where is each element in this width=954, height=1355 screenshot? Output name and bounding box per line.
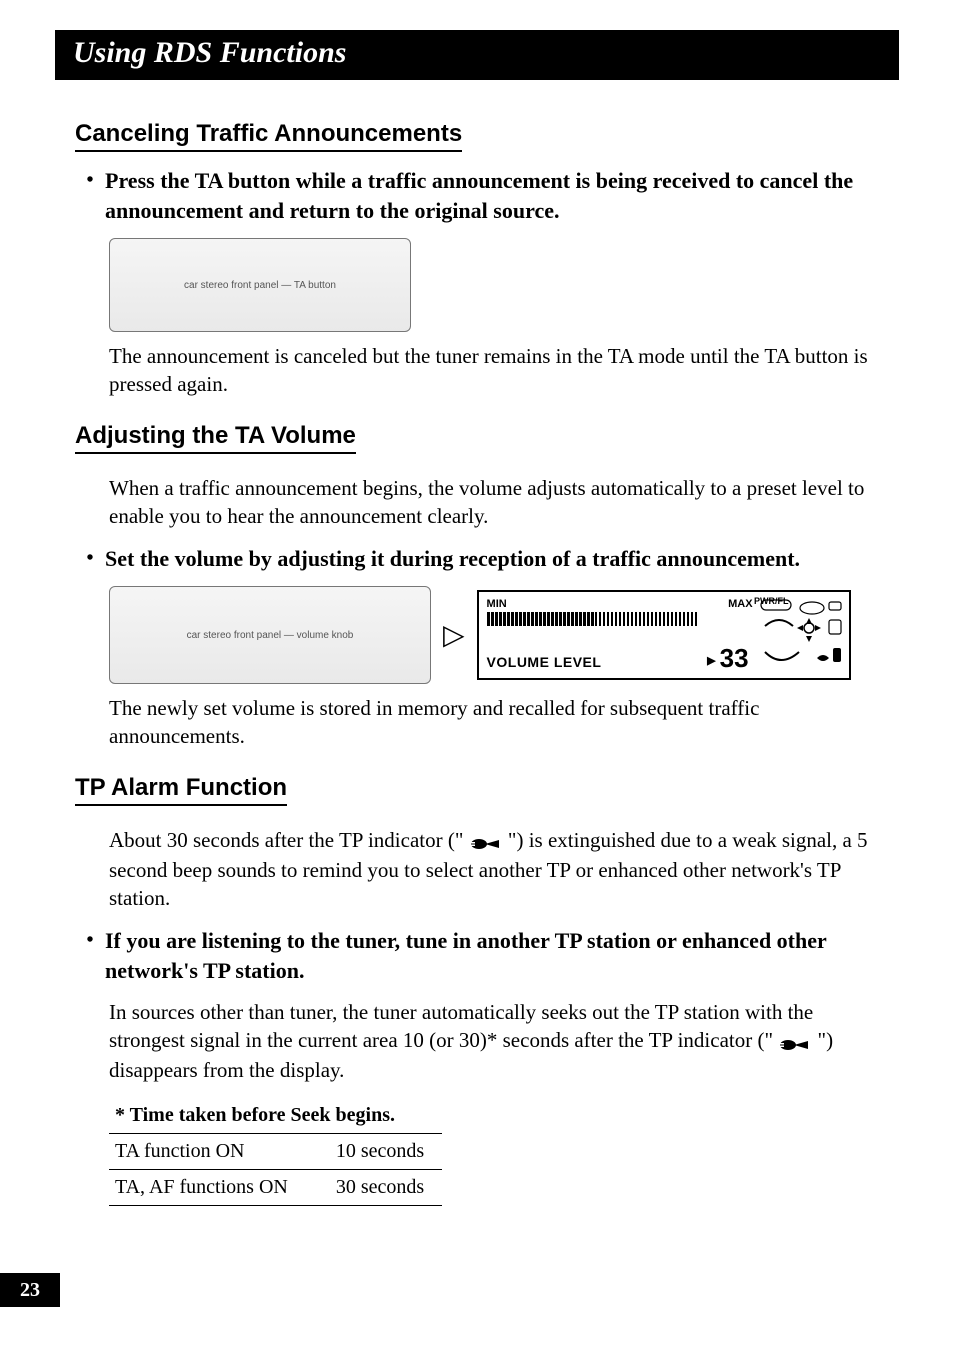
cancel-after-fig-text: The announcement is canceled but the tun…	[109, 342, 879, 398]
tp-alarm-intro-a: About 30 seconds after the TP indicator …	[109, 828, 469, 852]
cancel-bullet-text: Press the TA button while a traffic anno…	[105, 166, 879, 226]
section-title-ta-volume: Adjusting the TA Volume	[75, 422, 356, 454]
figure-alt: car stereo front panel — volume knob	[187, 630, 354, 641]
volume-bar-graphic	[487, 612, 697, 626]
display-volume-value: 33	[707, 643, 748, 674]
display-max-label: MAX	[728, 598, 752, 610]
tp-indicator-icon	[778, 1028, 812, 1056]
seek-row-0-value: 10 seconds	[306, 1134, 442, 1170]
table-row: TA, AF functions ON 30 seconds	[109, 1170, 442, 1206]
figure-volume-row: car stereo front panel — volume knob ▷ M…	[109, 586, 879, 684]
figure-stereo-volume-knob: car stereo front panel — volume knob	[109, 586, 431, 684]
ta-volume-after-fig-text: The newly set volume is stored in memory…	[109, 694, 879, 750]
tp-indicator-icon	[469, 828, 503, 856]
bullet-dot: •	[75, 544, 105, 574]
figure-stereo-ta-button: car stereo front panel — TA button	[109, 238, 411, 332]
tp-alarm-body2-a: In sources other than tuner, the tuner a…	[109, 1000, 813, 1052]
seek-table-caption: * Time taken before Seek begins.	[109, 1098, 442, 1134]
seek-row-1-label: TA, AF functions ON	[109, 1170, 306, 1206]
seek-time-table: * Time taken before Seek begins. TA func…	[109, 1098, 442, 1206]
page-number: 23	[0, 1273, 60, 1307]
section-title-tp-alarm: TP Alarm Function	[75, 774, 287, 806]
seek-row-0-label: TA function ON	[109, 1134, 306, 1170]
display-min-label: MIN	[487, 598, 507, 610]
chapter-title: Using RDS Functions	[55, 30, 899, 80]
ta-volume-intro: When a traffic announcement begins, the …	[109, 474, 879, 530]
table-row: TA function ON 10 seconds	[109, 1134, 442, 1170]
bullet-dot: •	[75, 926, 105, 986]
seek-row-1-value: 30 seconds	[306, 1170, 442, 1206]
bullet-dot: •	[75, 166, 105, 226]
tp-alarm-bullet-text: If you are listening to the tuner, tune …	[105, 926, 879, 986]
figure-alt: car stereo front panel — TA button	[184, 280, 336, 291]
display-volume-label: VOLUME LEVEL	[487, 654, 602, 670]
tp-alarm-body2: In sources other than tuner, the tuner a…	[109, 998, 879, 1084]
section-title-cancel: Canceling Traffic Announcements	[75, 120, 462, 152]
arrow-icon: ▷	[443, 618, 465, 652]
tp-alarm-intro: About 30 seconds after the TP indicator …	[109, 826, 879, 912]
display-control-cluster-icon	[759, 598, 843, 672]
ta-volume-bullet-text: Set the volume by adjusting it during re…	[105, 544, 800, 574]
figure-display-panel: MIN MAX PWR/FL VOLUME LEVEL 33	[477, 590, 851, 680]
